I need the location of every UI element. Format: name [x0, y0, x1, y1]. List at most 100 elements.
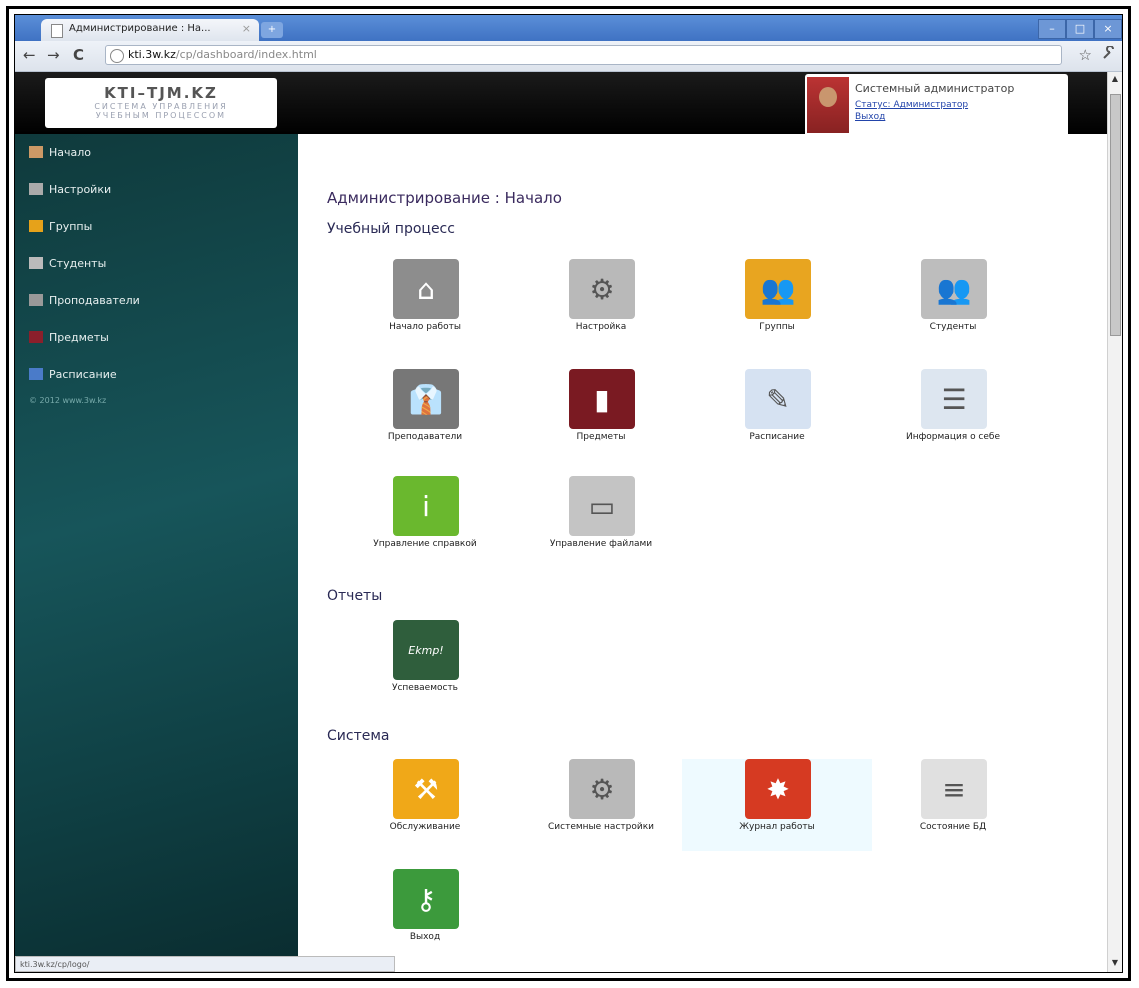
- sidebar-item-label: Настройки: [49, 183, 112, 196]
- back-icon[interactable]: ←: [23, 46, 36, 64]
- notebook-icon: [29, 331, 43, 343]
- monitor-icon: ▭: [569, 476, 635, 536]
- gear-icon: ⚙: [569, 759, 635, 819]
- sidebar: Начало Настройки Группы Студенты Пропода…: [15, 134, 298, 972]
- tile-gear[interactable]: ⚙ Системные настройки: [506, 759, 696, 851]
- database-icon: ≡: [921, 759, 987, 819]
- sidebar-item-label: Проподаватели: [49, 294, 140, 307]
- globe-icon: [110, 49, 124, 63]
- title-bar: Администрирование : На... × + – □ ×: [15, 15, 1122, 41]
- sidebar-item-label: Предметы: [49, 331, 109, 344]
- avatar: [807, 77, 849, 133]
- sidebar-item-settings[interactable]: Настройки: [29, 183, 111, 196]
- chalkboard-icon: Ekmp!: [393, 620, 459, 680]
- group-icon: [29, 220, 43, 232]
- tile-teacher-suit[interactable]: 👔 Преподаватели: [330, 369, 520, 461]
- tile-group[interactable]: 👥 Группы: [682, 259, 872, 351]
- close-window-button[interactable]: ×: [1094, 19, 1122, 39]
- schedule-icon: ✎: [745, 369, 811, 429]
- browser-toolbar: ← → C kti.3w.kz/cp/dashboard/index.html …: [15, 41, 1122, 72]
- sidebar-item-teachers[interactable]: Проподаватели: [29, 294, 140, 307]
- bookmark-star-icon[interactable]: ☆: [1079, 46, 1092, 64]
- main-content: Администрирование : Начало Учебный проце…: [298, 134, 1108, 972]
- reload-icon[interactable]: C: [73, 46, 84, 64]
- screenshot-frame: Администрирование : На... × + – □ × ← → …: [6, 6, 1131, 981]
- key-icon: ⚷: [393, 869, 459, 929]
- tile-students[interactable]: 👥 Студенты: [858, 259, 1048, 351]
- tile-label: Предметы: [576, 432, 626, 442]
- browser-window: Администрирование : На... × + – □ × ← → …: [14, 14, 1123, 973]
- sidebar-item-groups[interactable]: Группы: [29, 220, 92, 233]
- section-title-learning: Учебный процесс: [327, 221, 455, 237]
- tile-label: Журнал работы: [739, 822, 815, 832]
- tile-label: Выход: [409, 932, 441, 942]
- scrollbar[interactable]: ▲ ▼: [1107, 72, 1122, 972]
- maximize-button[interactable]: □: [1066, 19, 1094, 39]
- tab-close-icon[interactable]: ×: [242, 22, 251, 35]
- scroll-up-icon[interactable]: ▲: [1109, 74, 1121, 86]
- tile-gear[interactable]: ⚙ Настройка: [506, 259, 696, 351]
- gear-icon: ⚙: [569, 259, 635, 319]
- tile-key[interactable]: ⚷ Выход: [330, 869, 520, 961]
- tile-label: Управление справкой: [373, 539, 477, 549]
- wrench-icon[interactable]: [1102, 45, 1116, 64]
- section-title-reports: Отчеты: [327, 588, 383, 604]
- home-icon: [29, 146, 43, 158]
- sidebar-item-home[interactable]: Начало: [29, 146, 91, 159]
- url-host: kti.3w.kz: [128, 48, 176, 61]
- tile-profile-card[interactable]: ☰ Информация о себе: [858, 369, 1048, 461]
- tile-label: Состояние БД: [919, 822, 987, 832]
- site-logo[interactable]: KTI–TJM.KZ СИСТЕМА УПРАВЛЕНИЯ УЧЕБНЫМ ПР…: [45, 78, 277, 128]
- tab-title: Администрирование : На...: [69, 23, 211, 34]
- students-icon: 👥: [921, 259, 987, 319]
- user-panel: Системный администратор Статус: Админист…: [805, 74, 1068, 138]
- sidebar-item-subjects[interactable]: Предметы: [29, 331, 109, 344]
- browser-tab[interactable]: Администрирование : На... ×: [41, 19, 259, 41]
- scroll-down-icon[interactable]: ▼: [1109, 958, 1121, 970]
- maintenance-icon: ⚒: [393, 759, 459, 819]
- tile-info-bubble[interactable]: i Управление справкой: [330, 476, 520, 568]
- new-tab-button[interactable]: +: [261, 22, 283, 38]
- schedule-icon: [29, 368, 43, 380]
- sidebar-item-students[interactable]: Студенты: [29, 257, 106, 270]
- url-path: /cp/dashboard/index.html: [175, 48, 317, 61]
- forward-icon[interactable]: →: [47, 46, 60, 64]
- logo-subtitle-1: СИСТЕМА УПРАВЛЕНИЯ: [94, 102, 228, 111]
- tile-maintenance[interactable]: ⚒ Обслуживание: [330, 759, 520, 851]
- tile-schedule[interactable]: ✎ Расписание: [682, 369, 872, 461]
- tile-label: Преподаватели: [387, 432, 463, 442]
- sidebar-item-schedule[interactable]: Расписание: [29, 368, 117, 381]
- scrollbar-thumb[interactable]: [1110, 94, 1121, 336]
- page-title: Администрирование : Начало: [327, 189, 562, 207]
- profile-card-icon: ☰: [921, 369, 987, 429]
- tile-database[interactable]: ≡ Состояние БД: [858, 759, 1048, 851]
- tile-label: Информация о себе: [905, 432, 1001, 442]
- sidebar-item-label: Расписание: [49, 368, 117, 381]
- tile-chalkboard[interactable]: Ekmp! Успеваемость: [330, 620, 520, 712]
- logo-title: KTI–TJM.KZ: [104, 84, 218, 102]
- address-bar[interactable]: kti.3w.kz/cp/dashboard/index.html: [105, 45, 1062, 65]
- sidebar-item-label: Студенты: [49, 257, 107, 270]
- tile-alert-log[interactable]: ✸ Журнал работы: [682, 759, 872, 851]
- info-bubble-icon: i: [393, 476, 459, 536]
- logout-link[interactable]: Выход: [855, 112, 885, 122]
- home-icon: ⌂: [393, 259, 459, 319]
- tile-label: Системные настройки: [548, 822, 654, 832]
- page-icon: [51, 24, 63, 38]
- tile-label: Расписание: [749, 432, 805, 442]
- tile-label: Группы: [759, 322, 795, 332]
- status-bar: kti.3w.kz/cp/logo/: [15, 956, 395, 972]
- user-status-link[interactable]: Статус: Администратор: [855, 100, 968, 110]
- logo-subtitle-2: УЧЕБНЫМ ПРОЦЕССОМ: [95, 111, 227, 120]
- group-icon: 👥: [745, 259, 811, 319]
- tile-monitor[interactable]: ▭ Управление файлами: [506, 476, 696, 568]
- tile-label: Обслуживание: [389, 822, 461, 832]
- tile-notebook[interactable]: ▮ Предметы: [506, 369, 696, 461]
- web-page: KTI–TJM.KZ СИСТЕМА УПРАВЛЕНИЯ УЧЕБНЫМ ПР…: [15, 72, 1108, 972]
- tile-home[interactable]: ⌂ Начало работы: [330, 259, 520, 351]
- students-icon: [29, 257, 43, 269]
- section-title-system: Система: [327, 728, 390, 744]
- teacher-icon: [29, 294, 43, 306]
- alert-log-icon: ✸: [745, 759, 811, 819]
- minimize-button[interactable]: –: [1038, 19, 1066, 39]
